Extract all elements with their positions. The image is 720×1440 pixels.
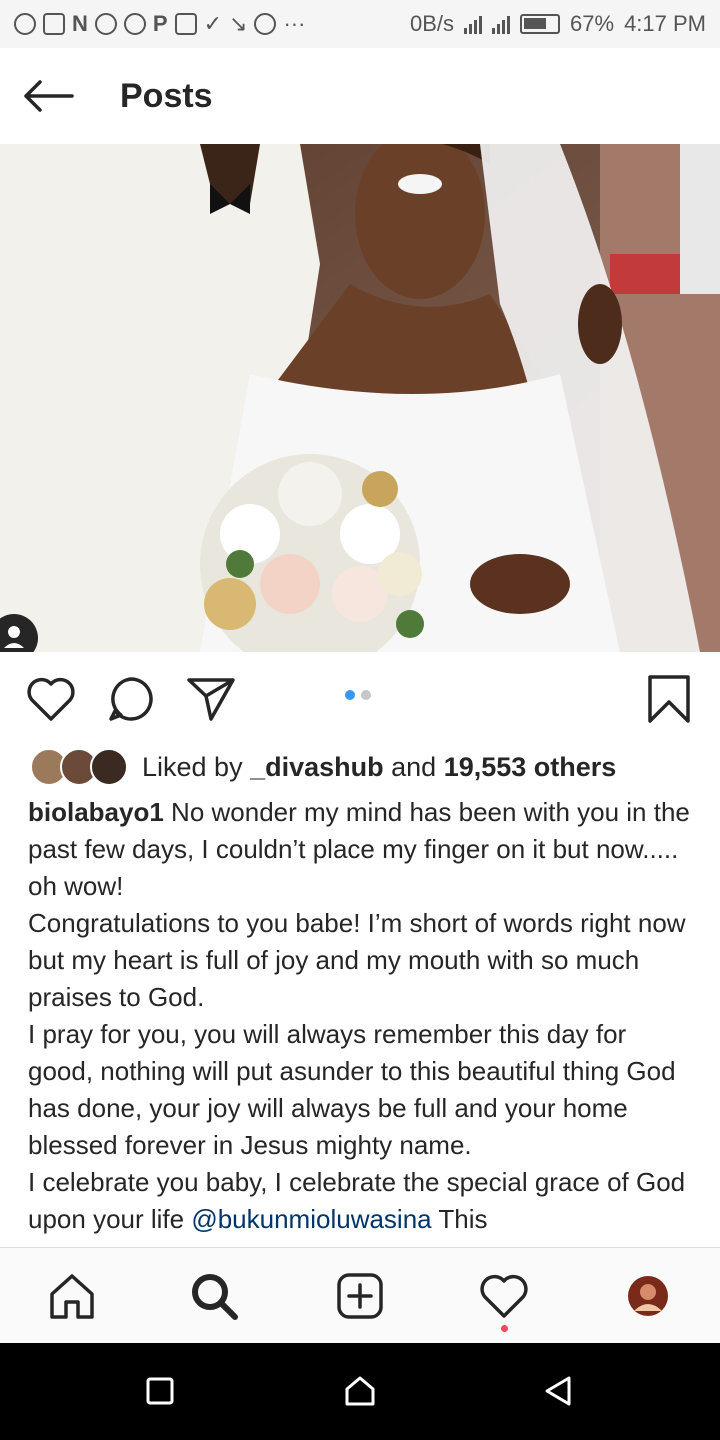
- status-bar: N P ✓ ↘ ··· 0B/s 67% 4:17 PM: [0, 0, 720, 48]
- notification-dot: [501, 1325, 508, 1332]
- profile-avatar[interactable]: [620, 1268, 676, 1324]
- recents-square-icon[interactable]: [142, 1373, 178, 1409]
- paper-plane-icon[interactable]: [186, 674, 236, 724]
- battery-percent: 67%: [570, 11, 615, 36]
- system-nav-bar: [0, 1343, 720, 1440]
- caption-line-4-end: This: [431, 1204, 488, 1234]
- caption-line-2: Congratulations to you babe! I’m short o…: [28, 908, 686, 1012]
- caption-mention[interactable]: @bukunmioluwasina: [191, 1204, 431, 1234]
- page-title: Posts: [120, 76, 213, 115]
- more-dots-icon: ···: [283, 11, 306, 36]
- home-circle-icon[interactable]: [342, 1373, 378, 1409]
- liker-avatars: [30, 748, 130, 786]
- post-image[interactable]: [0, 144, 720, 652]
- missed-call-icon: ↘: [229, 11, 248, 36]
- p-app-icon: P: [152, 11, 168, 36]
- signal-hplus-icon: [492, 14, 511, 34]
- messenger-icon: [123, 13, 146, 35]
- clock: 4:17 PM: [624, 11, 706, 36]
- avatar: [90, 748, 128, 786]
- notification-icons: N P ✓ ↘ ···: [14, 11, 305, 37]
- bookmark-outline-icon[interactable]: [644, 674, 694, 724]
- back-triangle-icon[interactable]: [540, 1373, 576, 1409]
- signal-icon: [464, 14, 483, 34]
- shield-icon: [43, 13, 65, 35]
- sms-icon: [174, 13, 197, 35]
- bottom-nav: [0, 1247, 720, 1343]
- post-caption: biolabayo1 No wonder my mind has been wi…: [28, 794, 694, 1246]
- home-icon[interactable]: [44, 1268, 100, 1324]
- likes-and: and: [383, 751, 444, 782]
- likes-text: Liked by _divashub and 19,553 others: [142, 752, 616, 783]
- heart-outline-icon[interactable]: [26, 674, 76, 724]
- carousel-dot: [361, 690, 371, 700]
- top-bar: Posts: [0, 48, 720, 144]
- likes-prefix: Liked by: [142, 751, 251, 782]
- n-app-icon: N: [72, 11, 88, 36]
- liker-username[interactable]: _divashub: [250, 752, 384, 782]
- check-icon: ✓: [203, 11, 223, 36]
- network-speed: 0B/s: [409, 11, 455, 36]
- activity-heart-icon[interactable]: [476, 1268, 532, 1324]
- arrow-left-icon[interactable]: [0, 48, 96, 144]
- comment-bubble-icon[interactable]: [106, 674, 156, 724]
- carousel-indicator: [345, 690, 371, 700]
- likes-row[interactable]: Liked by _divashub and 19,553 others: [30, 746, 616, 788]
- caption-line-3: I pray for you, you will always remember…: [28, 1019, 676, 1160]
- likes-count[interactable]: 19,553 others: [444, 752, 617, 782]
- whatsapp-icon: [94, 13, 117, 35]
- battery-icon: [520, 14, 561, 34]
- message-icon: [14, 13, 36, 35]
- search-icon[interactable]: [186, 1268, 242, 1324]
- caption-username[interactable]: biolabayo1: [28, 797, 164, 827]
- upload-cloud-icon: [254, 13, 277, 35]
- new-post-icon[interactable]: [332, 1268, 388, 1324]
- carousel-dot-active: [345, 690, 355, 700]
- wedding-photo: [0, 144, 720, 652]
